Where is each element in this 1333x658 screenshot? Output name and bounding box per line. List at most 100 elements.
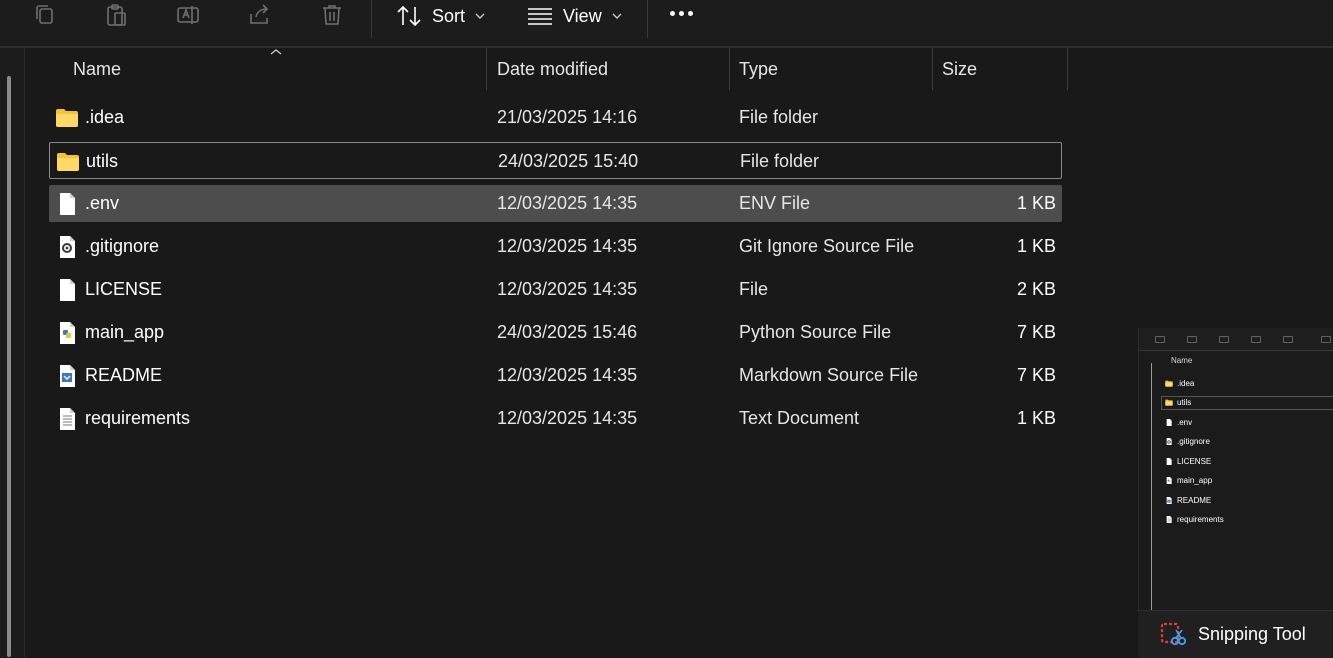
more-options-icon[interactable] <box>670 11 693 16</box>
thumbnail-row-label: .gitignore <box>1177 437 1210 446</box>
file-size <box>936 99 1056 136</box>
file-icon <box>1165 418 1173 426</box>
command-bar: Sort View <box>0 0 1333 46</box>
file-date-modified: 21/03/2025 14:16 <box>497 107 638 127</box>
file-icon <box>55 193 79 215</box>
file-type: ENV File <box>739 193 811 213</box>
file-row[interactable]: .env 12/03/2025 14:35 ENV File 1 KB <box>49 185 1062 222</box>
column-divider[interactable] <box>729 48 730 90</box>
file-size: 1 KB <box>1016 408 1056 428</box>
taskbar-thumbnail-preview[interactable]: Name .idea utils .env .gitignore LICENSE main… <box>1138 328 1333 610</box>
file-date-modified: 24/03/2025 15:40 <box>498 151 639 171</box>
folder-icon <box>1165 399 1173 406</box>
file-icon <box>1165 457 1173 465</box>
thumbnail-column-header: Name <box>1171 356 1193 365</box>
column-header-type[interactable]: Type <box>739 48 778 90</box>
file-name: .env <box>85 193 120 213</box>
thumbnail-row-label: LICENSE <box>1177 456 1212 466</box>
thumbnail-row-label: utils <box>1177 398 1192 407</box>
file-date-modified: 12/03/2025 14:35 <box>497 236 638 256</box>
thumbnail-row: .gitignore <box>1165 435 1333 449</box>
file-row[interactable]: .idea 21/03/2025 14:16 File folder <box>49 99 1062 136</box>
folder-icon <box>56 151 80 173</box>
file-row[interactable]: LICENSE 12/03/2025 14:35 File 2 KB <box>49 271 1062 308</box>
column-header-size[interactable]: Size <box>942 48 977 90</box>
sort-label: Sort <box>432 5 466 26</box>
thumbnail-row: utils <box>1161 395 1333 410</box>
sort-ascending-icon <box>270 49 282 55</box>
thumbnail-row-label: requirements <box>1177 515 1224 524</box>
text-file-icon <box>1165 516 1173 524</box>
sort-icon <box>397 5 421 27</box>
toolbar-separator <box>647 0 648 38</box>
file-date-modified: 12/03/2025 14:35 <box>497 193 638 213</box>
gear-file-icon <box>55 236 79 258</box>
view-button[interactable]: View <box>527 2 622 30</box>
column-divider[interactable] <box>486 48 487 90</box>
file-row[interactable]: .gitignore 12/03/2025 14:35 Git Ignore Sou… <box>49 228 1062 265</box>
view-label: View <box>563 5 602 26</box>
file-date-modified: 12/03/2025 14:35 <box>497 365 638 385</box>
file-size <box>937 143 1057 180</box>
thumbnail-row-label: .env <box>1177 417 1193 427</box>
column-header-name[interactable]: Name <box>73 48 121 90</box>
file-type: Git Ignore Source File <box>739 236 915 256</box>
thumbnail-row-label: .idea <box>1177 378 1195 388</box>
snipping-tool-notification[interactable]: Snipping Tool <box>1138 610 1333 658</box>
navigation-scrollbar[interactable] <box>7 76 11 657</box>
python-file-icon <box>55 322 79 344</box>
markdown-file-icon <box>55 365 79 387</box>
view-icon <box>528 8 552 25</box>
thumbnail-row: .idea <box>1165 376 1333 390</box>
column-header-date-modified[interactable]: Date modified <box>497 48 608 90</box>
file-size: 7 KB <box>1016 365 1056 385</box>
file-icon <box>55 279 79 301</box>
text-file-icon <box>55 408 79 430</box>
file-name: README <box>85 365 163 385</box>
file-type: File <box>739 279 769 299</box>
file-size: 1 KB <box>1016 193 1056 213</box>
column-divider[interactable] <box>1067 48 1068 90</box>
thumbnail-scrollbar <box>1151 363 1152 610</box>
share-icon[interactable] <box>247 2 273 28</box>
file-type: Python Source File <box>739 322 892 342</box>
thumbnail-row: .env <box>1165 415 1333 429</box>
file-row[interactable]: README 12/03/2025 14:35 Markdown Source Fi… <box>49 357 1062 394</box>
file-name: utils <box>86 151 119 171</box>
file-row[interactable]: requirements 12/03/2025 14:35 Text Documen… <box>49 400 1062 437</box>
thumbnail-toolbar <box>1139 328 1333 351</box>
file-type: Text Document <box>739 408 860 428</box>
file-type: Markdown Source File <box>739 365 919 385</box>
sort-button[interactable]: Sort <box>396 2 485 30</box>
toolbar-separator <box>371 0 372 38</box>
file-size: 7 KB <box>1016 322 1056 342</box>
navigation-pane <box>0 48 25 657</box>
file-name: LICENSE <box>85 279 163 299</box>
chevron-down-icon <box>475 13 485 19</box>
file-name: main_app <box>85 322 165 342</box>
column-divider[interactable] <box>932 48 933 90</box>
file-date-modified: 12/03/2025 14:35 <box>497 279 638 299</box>
file-name: .idea <box>85 107 125 127</box>
file-name: requirements <box>85 408 191 428</box>
folder-icon <box>1165 380 1173 387</box>
delete-icon[interactable] <box>319 2 345 28</box>
file-type: File folder <box>740 151 820 171</box>
snipping-tool-label: Snipping Tool <box>1198 624 1306 644</box>
copy-icon[interactable] <box>31 2 57 28</box>
paste-icon[interactable] <box>103 2 129 28</box>
thumbnail-row-label: main_app <box>1177 476 1213 485</box>
file-name: .gitignore <box>85 236 160 256</box>
toolbar-divider <box>0 46 1333 48</box>
thumbnail-row-label: README <box>1177 495 1212 505</box>
gear-file-icon <box>1165 438 1173 446</box>
file-row[interactable]: utils 24/03/2025 15:40 File folder <box>49 142 1062 179</box>
file-row[interactable]: main_app 24/03/2025 15:46 Python Source Fi… <box>49 314 1062 351</box>
markdown-file-icon <box>1165 496 1173 504</box>
thumbnail-row: main_app <box>1165 474 1333 488</box>
thumbnail-row: requirements <box>1165 513 1333 527</box>
file-size: 2 KB <box>1016 279 1056 299</box>
file-type: File folder <box>739 107 819 127</box>
thumbnail-row: LICENSE <box>1165 454 1333 468</box>
rename-icon[interactable] <box>175 2 201 28</box>
